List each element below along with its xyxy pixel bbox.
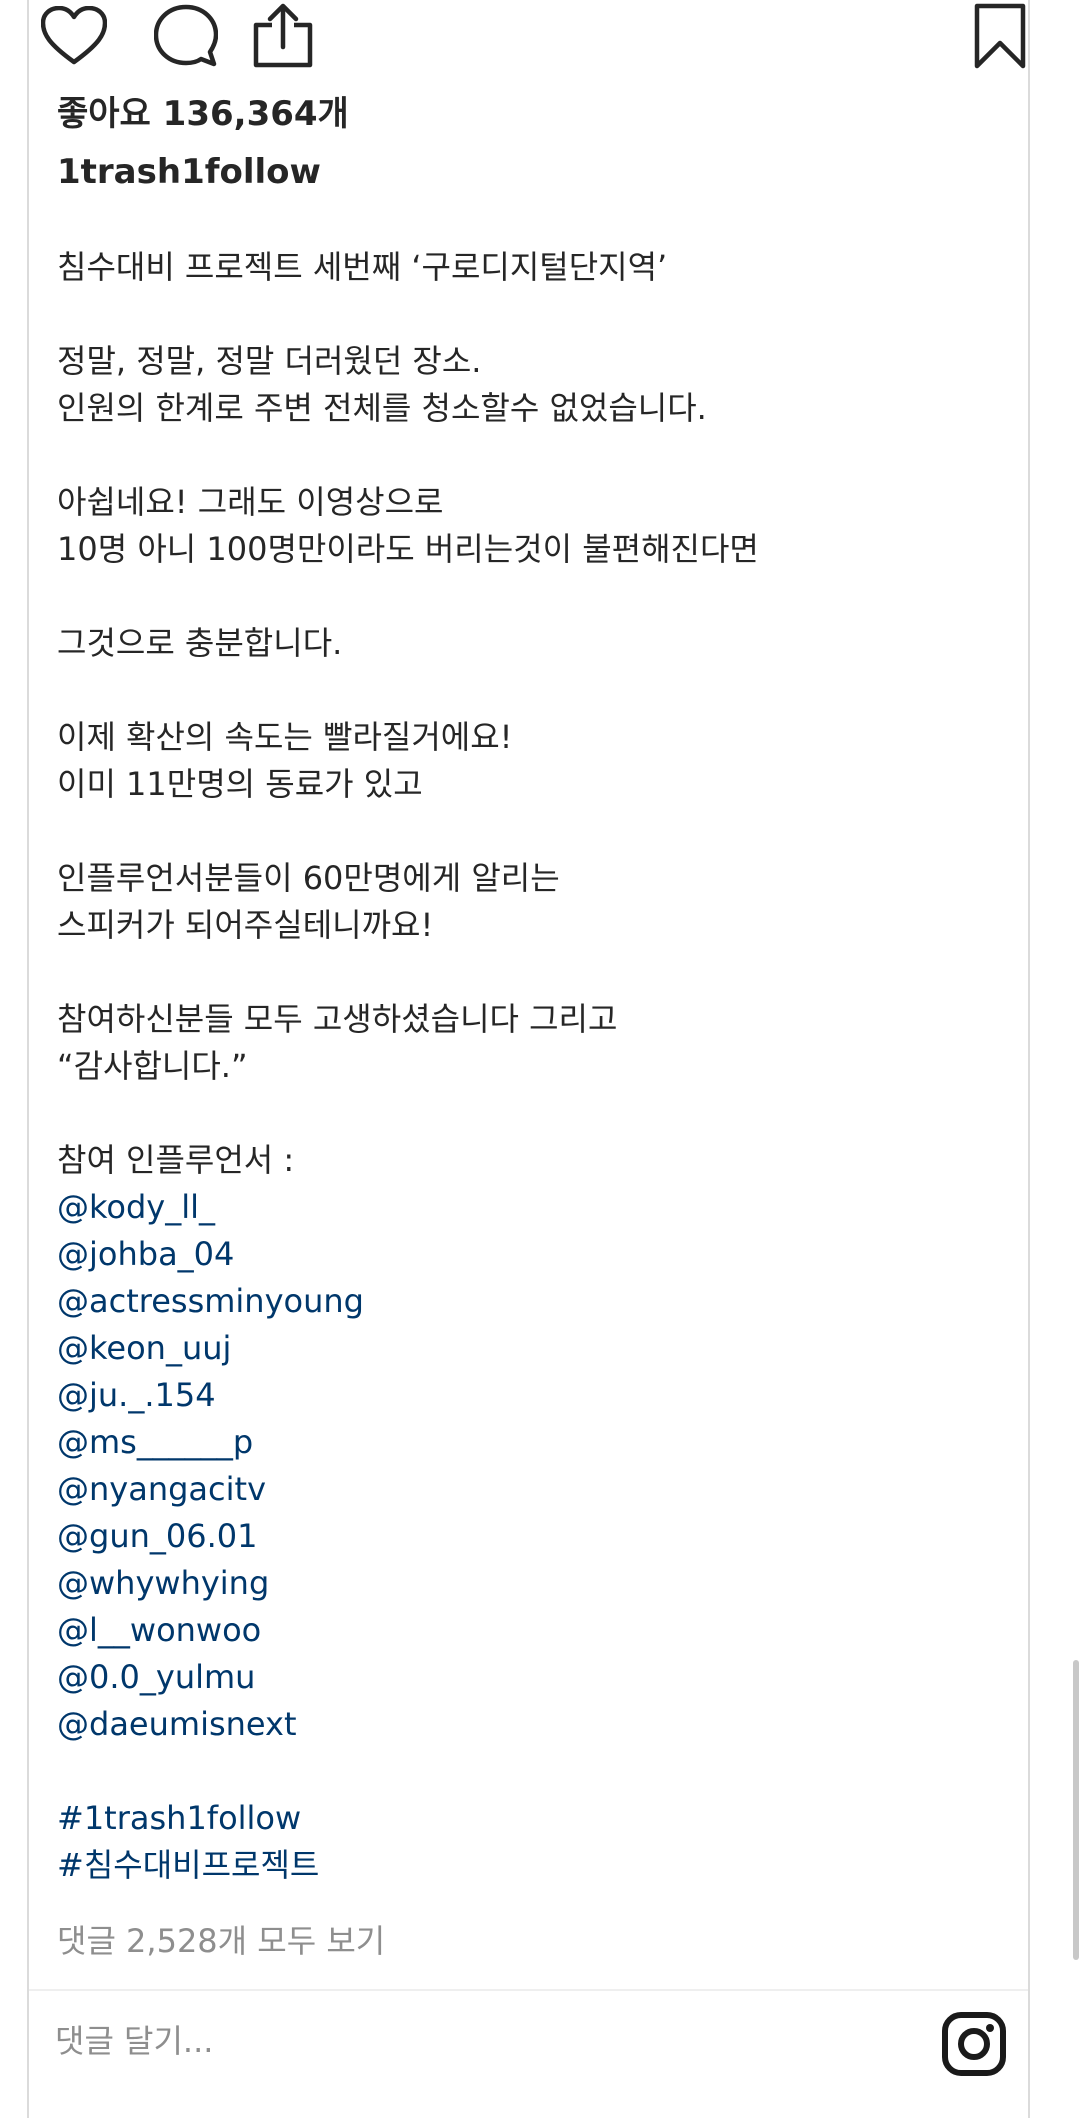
like-button[interactable] xyxy=(38,0,110,72)
bookmark-icon xyxy=(974,3,1026,69)
mention-link[interactable]: @kody_ll_ xyxy=(57,1184,997,1231)
caption-gap xyxy=(57,573,997,620)
comment-bubble-icon xyxy=(154,4,218,67)
post-actions-bar xyxy=(29,0,1032,88)
caption-line: 그것으로 충분합니다. xyxy=(57,624,343,662)
heart-icon xyxy=(41,6,107,65)
caption-line: 인원의 한계로 주변 전체를 청소할수 없었습니다. xyxy=(57,389,707,427)
mention-link[interactable]: @l__wonwoo xyxy=(57,1607,997,1654)
caption-line: 이미 11만명의 동료가 있고 xyxy=(57,765,423,803)
caption-line: 스피커가 되어주실테니까요! xyxy=(57,906,434,944)
like-count[interactable]: 좋아요 136,364개 xyxy=(57,86,349,135)
caption-gap xyxy=(57,1748,997,1795)
caption-gap xyxy=(57,949,997,996)
mention-link[interactable]: @nyangacitv xyxy=(57,1466,997,1513)
caption-gap xyxy=(57,1090,997,1137)
hashtag-link[interactable]: #1trash1follow xyxy=(57,1795,997,1842)
mention-link[interactable]: @johba_04 xyxy=(57,1231,997,1278)
caption-gap xyxy=(57,808,997,855)
mention-link[interactable]: @ju._.154 xyxy=(57,1372,997,1419)
instagram-icon xyxy=(942,2012,1006,2076)
scrollbar[interactable] xyxy=(1073,1660,1079,1960)
caption-line: 침수대비 프로젝트 세번째 ‘구로디지털단지역’ xyxy=(57,248,668,286)
caption-gap xyxy=(57,432,997,479)
share-button[interactable] xyxy=(247,0,319,72)
comment-bar xyxy=(29,1991,1028,2101)
post-card: 좋아요 136,364개 1trash1follow 침수대비 프로젝트 세번째… xyxy=(27,0,1030,2118)
caption-gap xyxy=(57,667,997,714)
caption-line: 10명 아니 100명만이라도 버리는것이 불편해진다면 xyxy=(57,530,759,568)
mention-link[interactable]: @daeumisnext xyxy=(57,1701,997,1748)
post-caption: 침수대비 프로젝트 세번째 ‘구로디지털단지역’ 정말, 정말, 정말 더러웠던 … xyxy=(57,244,997,1889)
influencer-label: 참여 인플루언서 : xyxy=(57,1141,295,1179)
mention-link[interactable]: @whywhying xyxy=(57,1560,997,1607)
caption-line: 참여하신분들 모두 고생하셨습니다 그리고 xyxy=(57,1000,618,1038)
mention-link[interactable]: @gun_06.01 xyxy=(57,1513,997,1560)
share-icon xyxy=(253,3,313,68)
caption-line: “감사합니다.” xyxy=(57,1047,248,1085)
post-username[interactable]: 1trash1follow xyxy=(57,152,321,192)
save-button[interactable] xyxy=(964,0,1036,72)
comment-button[interactable] xyxy=(150,0,222,72)
caption-gap xyxy=(57,291,997,338)
mention-link[interactable]: @actressminyoung xyxy=(57,1278,997,1325)
instagram-button[interactable] xyxy=(941,2011,1007,2077)
mention-link[interactable]: @ms______p xyxy=(57,1419,997,1466)
caption-line: 인플루언서분들이 60만명에게 알리는 xyxy=(57,859,560,897)
caption-line: 정말, 정말, 정말 더러웠던 장소. xyxy=(57,342,482,380)
hashtag-link[interactable]: #침수대비프로젝트 xyxy=(57,1842,997,1889)
view-all-comments-link[interactable]: 댓글 2,528개 모두 보기 xyxy=(57,1916,385,1962)
mention-link[interactable]: @keon_uuj xyxy=(57,1325,997,1372)
mention-link[interactable]: @0.0_yulmu xyxy=(57,1654,997,1701)
comment-input[interactable] xyxy=(55,2013,855,2069)
caption-line: 아쉽네요! 그래도 이영상으로 xyxy=(57,483,444,521)
caption-line: 이제 확산의 속도는 빨라질거에요! xyxy=(57,718,513,756)
